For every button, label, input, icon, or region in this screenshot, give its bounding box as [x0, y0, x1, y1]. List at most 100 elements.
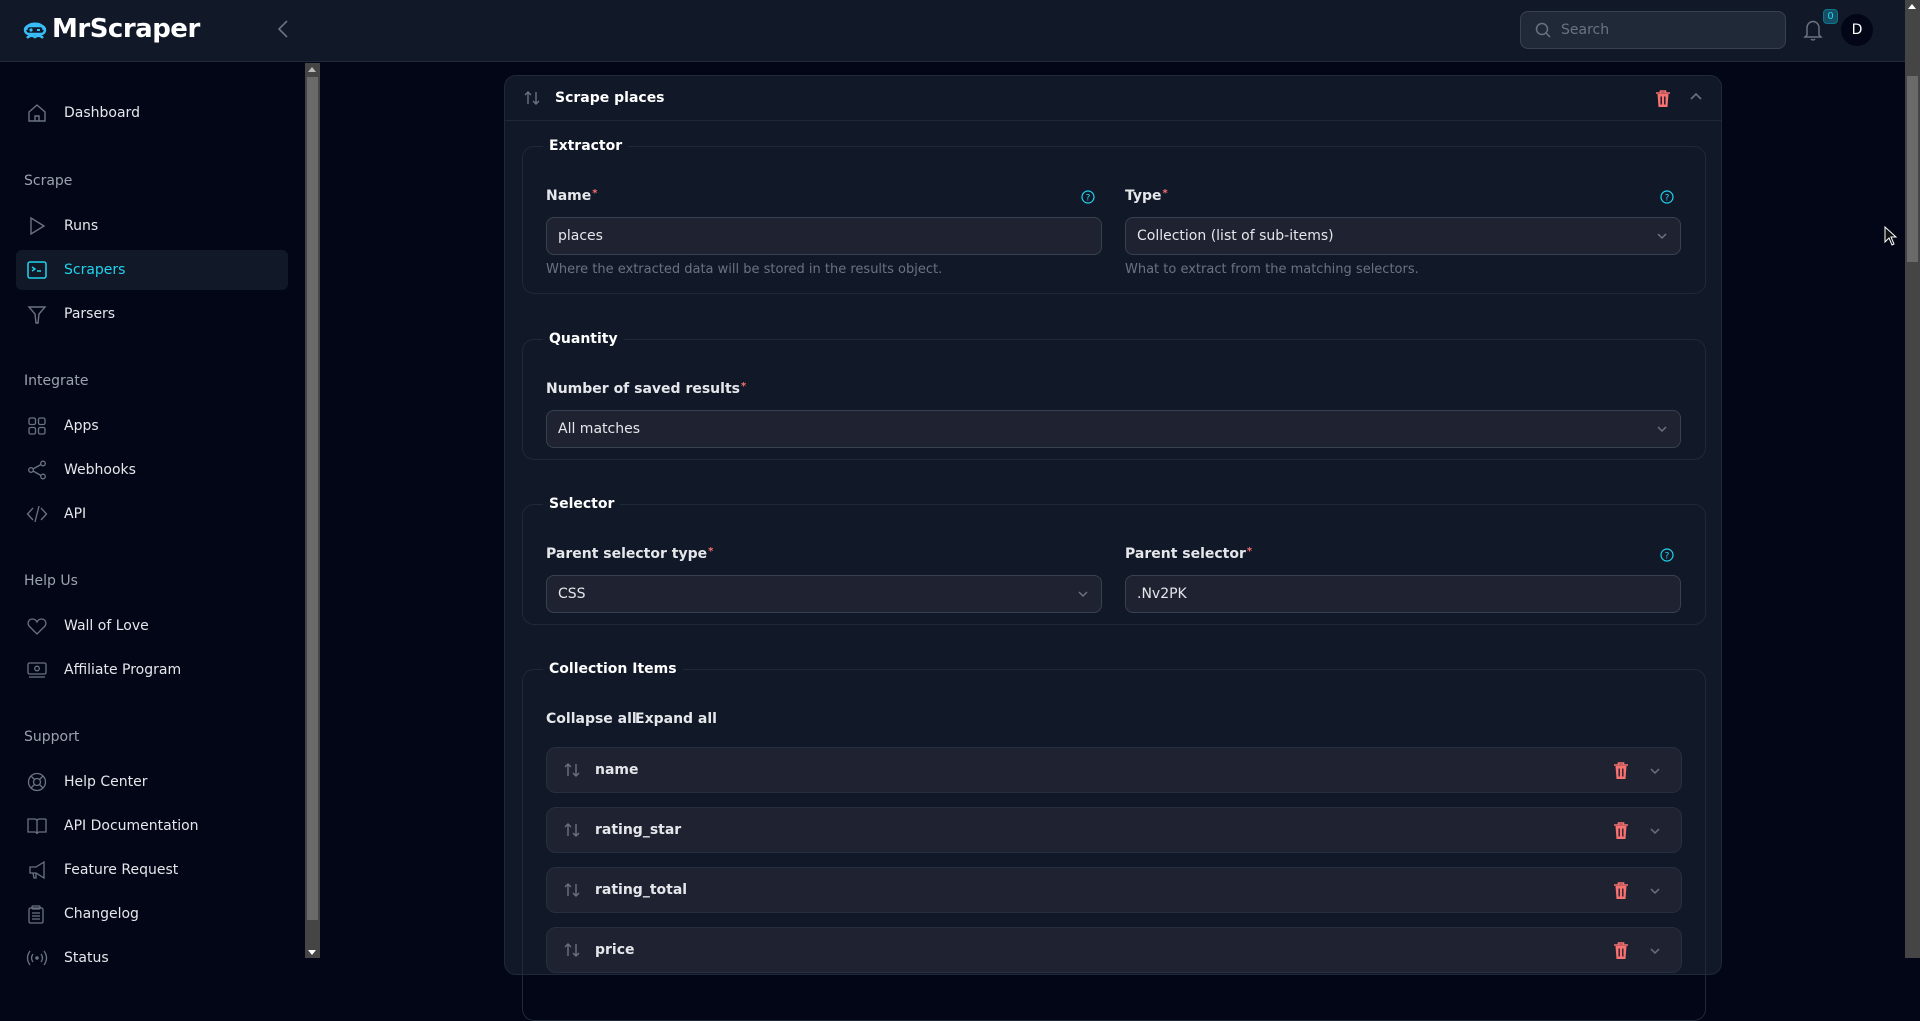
search-box[interactable]: [1520, 11, 1786, 49]
section-integrate: Integrate: [24, 373, 89, 389]
parent-selector-type-select[interactable]: CSS: [546, 575, 1102, 613]
saved-results-select[interactable]: All matches: [546, 410, 1681, 448]
name-field-label: Name*: [546, 188, 597, 204]
sidebar-item-status[interactable]: Status: [16, 938, 288, 978]
drag-sort-icon[interactable]: [563, 821, 581, 839]
sidebar-item-runs[interactable]: Runs: [16, 206, 288, 246]
sidebar-scrollbar-thumb[interactable]: [307, 77, 318, 920]
sidebar-item-dashboard[interactable]: Dashboard: [16, 93, 288, 133]
parent-selector-input[interactable]: [1137, 586, 1653, 602]
chevron-left-icon: [277, 20, 288, 38]
name-field[interactable]: [546, 217, 1102, 255]
svg-text:?: ?: [1665, 194, 1670, 204]
search-input[interactable]: [1561, 22, 1761, 38]
delete-item-icon[interactable]: [1613, 941, 1629, 960]
sidebar-item-feature-request[interactable]: Feature Request: [16, 850, 288, 890]
collapse-sidebar-button[interactable]: [276, 18, 292, 42]
sidebar-item-label: API Documentation: [64, 818, 199, 834]
chevron-down-icon[interactable]: [1649, 945, 1661, 957]
help-circle-icon[interactable]: ?: [1660, 190, 1674, 204]
name-input[interactable]: [558, 228, 1074, 244]
money-icon: [27, 662, 47, 678]
required-asterisk: *: [1162, 188, 1168, 199]
chevron-up-icon[interactable]: [1689, 90, 1703, 104]
sidebar-item-webhooks[interactable]: Webhooks: [16, 450, 288, 490]
help-circle-icon[interactable]: ?: [1660, 548, 1674, 562]
app-logo[interactable]: MrScraper: [22, 14, 200, 44]
collapse-all-button[interactable]: Collapse all: [546, 711, 637, 727]
sidebar-item-label: Apps: [64, 418, 99, 434]
drag-sort-icon[interactable]: [523, 89, 541, 107]
sidebar-item-api[interactable]: API: [16, 494, 288, 534]
expand-all-button[interactable]: Expand all: [635, 711, 717, 727]
sidebar-item-label: Wall of Love: [64, 618, 149, 634]
drag-sort-icon[interactable]: [563, 761, 581, 779]
scroll-up-arrow-icon[interactable]: [308, 67, 316, 72]
mouse-cursor-icon: [1884, 226, 1898, 246]
play-icon: [30, 216, 46, 236]
sidebar-item-api-documentation[interactable]: API Documentation: [16, 806, 288, 846]
delete-item-icon[interactable]: [1613, 761, 1629, 780]
sidebar-item-apps[interactable]: Apps: [16, 406, 288, 446]
sidebar-item-label: Help Center: [64, 774, 148, 790]
scroll-down-arrow-icon[interactable]: [308, 950, 316, 955]
extractor-card-header[interactable]: Scrape places: [505, 76, 1721, 121]
parent-selector-type-label-text: Parent selector type: [546, 546, 708, 562]
top-header: MrScraper 0 D: [0, 0, 1905, 62]
chevron-down-icon[interactable]: [1649, 825, 1661, 837]
help-circle-icon[interactable]: ?: [1081, 190, 1095, 204]
saved-results-label-text: Number of saved results: [546, 381, 740, 397]
collection-item-row[interactable]: rating_total: [546, 867, 1682, 913]
section-scrape: Scrape: [24, 173, 73, 189]
type-select[interactable]: Collection (list of sub-items): [1125, 217, 1681, 255]
sidebar-scrollbar[interactable]: [305, 63, 320, 958]
parent-selector-field[interactable]: [1125, 575, 1681, 613]
collection-item-label: name: [595, 762, 639, 778]
collection-item-row[interactable]: price: [546, 927, 1682, 973]
sidebar-item-label: API: [64, 506, 87, 522]
mrscraper-logo-icon: [23, 22, 47, 39]
main-scrollbar-thumb[interactable]: [1907, 76, 1918, 262]
delete-extractor-icon[interactable]: [1655, 89, 1671, 108]
extractor-card: Scrape places Extractor Name* ? Where th…: [504, 75, 1722, 1021]
sidebar-item-label: Webhooks: [64, 462, 136, 478]
drag-sort-icon[interactable]: [563, 941, 581, 959]
chevron-down-icon[interactable]: [1649, 885, 1661, 897]
required-asterisk: *: [1246, 546, 1253, 557]
sidebar-item-changelog[interactable]: Changelog: [16, 894, 288, 934]
sidebar-item-label: Changelog: [64, 906, 139, 922]
home-icon: [28, 104, 46, 122]
sidebar-item-label: Affiliate Program: [64, 662, 182, 678]
delete-item-icon[interactable]: [1613, 821, 1629, 840]
sidebar-item-affiliate-program[interactable]: Affiliate Program: [16, 650, 288, 690]
selector-legend: Selector: [549, 496, 615, 512]
main-scrollbar[interactable]: [1905, 0, 1920, 958]
chevron-down-icon[interactable]: [1649, 765, 1661, 777]
lifebuoy-icon: [27, 772, 47, 792]
collection-item-row[interactable]: name: [546, 747, 1682, 793]
parent-selector-type-value: CSS: [558, 586, 586, 602]
svg-text:?: ?: [1665, 552, 1670, 562]
collection-item-row[interactable]: rating_star: [546, 807, 1682, 853]
share-icon: [28, 460, 46, 480]
type-hint: What to extract from the matching select…: [1125, 262, 1419, 277]
sidebar-item-label: Status: [64, 950, 109, 966]
saved-results-label: Number of saved results*: [546, 381, 746, 397]
quantity-legend: Quantity: [549, 331, 618, 347]
sidebar-item-help-center[interactable]: Help Center: [16, 762, 288, 802]
chevron-down-icon: [1657, 233, 1667, 240]
sidebar-item-scrapers[interactable]: Scrapers: [16, 250, 288, 290]
drag-sort-icon[interactable]: [563, 881, 581, 899]
sidebar-item-parsers[interactable]: Parsers: [16, 294, 288, 334]
sidebar-item-label: Runs: [64, 218, 99, 234]
extractor-title: Scrape places: [555, 90, 665, 106]
sidebar-item-wall-of-love[interactable]: Wall of Love: [16, 606, 288, 646]
scroll-up-arrow-icon[interactable]: [1908, 4, 1916, 9]
required-asterisk: *: [740, 381, 747, 392]
delete-item-icon[interactable]: [1613, 881, 1629, 900]
collection-item-label: price: [595, 942, 635, 958]
user-avatar[interactable]: D: [1841, 14, 1873, 46]
name-hint: Where the extracted data will be stored …: [546, 262, 943, 277]
notifications-button[interactable]: [1802, 18, 1824, 42]
sidebar-item-label: Scrapers: [64, 262, 126, 278]
